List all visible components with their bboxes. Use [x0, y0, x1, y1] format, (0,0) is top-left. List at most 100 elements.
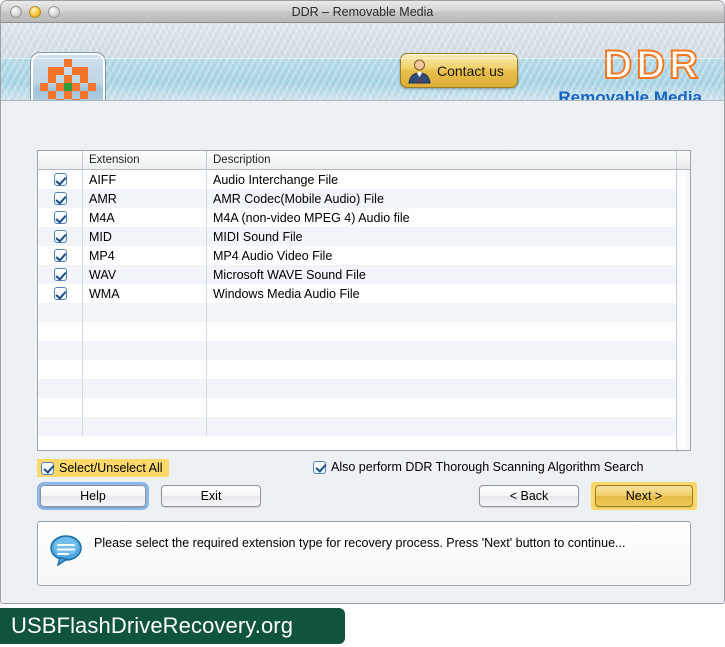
empty-extension-cell: [83, 379, 207, 398]
table-row[interactable]: WAV Microsoft WAVE Sound File: [38, 265, 676, 284]
next-button[interactable]: Next >: [595, 485, 693, 507]
table-header-row: Extension Description: [38, 151, 690, 170]
column-header-extension[interactable]: Extension: [83, 151, 207, 169]
row-extension: M4A: [83, 208, 207, 227]
table-row-empty: [38, 322, 676, 341]
empty-checkbox-cell: [38, 417, 83, 436]
row-extension: AMR: [83, 189, 207, 208]
table-row[interactable]: AMR AMR Codec(Mobile Audio) File: [38, 189, 676, 208]
row-checkbox-cell[interactable]: [38, 227, 83, 246]
table-row[interactable]: MP4 MP4 Audio Video File: [38, 246, 676, 265]
table-row-empty: [38, 379, 676, 398]
speech-bubble-icon: [50, 535, 82, 566]
row-checkbox-cell[interactable]: [38, 208, 83, 227]
empty-extension-cell: [83, 417, 207, 436]
help-button[interactable]: Help: [40, 485, 146, 507]
empty-checkbox-cell: [38, 303, 83, 322]
empty-extension-cell: [83, 360, 207, 379]
row-checkbox-cell[interactable]: [38, 189, 83, 208]
row-checkbox-cell[interactable]: [38, 246, 83, 265]
row-description: AMR Codec(Mobile Audio) File: [213, 191, 384, 206]
row-extension: WAV: [83, 265, 207, 284]
checkered-star-icon: [30, 52, 106, 100]
table-row-empty: [38, 341, 676, 360]
table-scrollbar[interactable]: [676, 170, 690, 450]
row-checkbox[interactable]: [53, 249, 67, 262]
select-all-label: Select/Unselect All: [59, 461, 163, 475]
table-row-empty: [38, 398, 676, 417]
empty-checkbox-cell: [38, 398, 83, 417]
row-description: MIDI Sound File: [213, 229, 303, 244]
row-checkbox[interactable]: [53, 211, 67, 224]
empty-description-cell: [207, 379, 676, 398]
thorough-scan-checkbox-box[interactable]: [313, 460, 326, 474]
brand-subtitle: Removable Media: [558, 88, 702, 101]
row-checkbox[interactable]: [53, 173, 67, 186]
contact-us-label: Contact us: [437, 62, 504, 79]
application-window: DDR – Removable Media Contact us DDR Rem…: [0, 0, 725, 604]
empty-description-cell: [207, 417, 676, 436]
select-all-checkbox-box[interactable]: [41, 461, 54, 475]
select-unselect-all-checkbox[interactable]: Select/Unselect All: [37, 459, 169, 477]
options-row: Select/Unselect All Also perform DDR Tho…: [37, 459, 691, 479]
empty-extension-cell: [83, 341, 207, 360]
row-checkbox-cell[interactable]: [38, 284, 83, 303]
row-extension: MP4: [83, 246, 207, 265]
exit-button[interactable]: Exit: [161, 485, 261, 507]
title-bar: DDR – Removable Media: [1, 1, 724, 23]
row-description: M4A (non-video MPEG 4) Audio file: [213, 210, 410, 225]
empty-description-cell: [207, 360, 676, 379]
footer-banner: USBFlashDriveRecovery.org: [0, 608, 345, 644]
footer-text: USBFlashDriveRecovery.org: [11, 613, 294, 638]
row-description: MP4 Audio Video File: [213, 248, 333, 263]
empty-extension-cell: [83, 303, 207, 322]
table-row-empty: [38, 417, 676, 436]
header-banner: Contact us DDR Removable Media: [1, 23, 724, 101]
row-checkbox[interactable]: [53, 287, 67, 300]
row-checkbox[interactable]: [53, 192, 67, 205]
empty-extension-cell: [83, 322, 207, 341]
row-description: Microsoft WAVE Sound File: [213, 267, 366, 282]
status-message-text: Please select the required extension typ…: [94, 536, 626, 550]
row-description: Audio Interchange File: [213, 172, 339, 187]
contact-us-button[interactable]: Contact us: [400, 53, 518, 88]
back-button[interactable]: < Back: [479, 485, 579, 507]
row-extension: AIFF: [83, 170, 207, 189]
empty-description-cell: [207, 341, 676, 360]
column-header-description[interactable]: Description: [207, 151, 676, 169]
row-checkbox[interactable]: [53, 230, 67, 243]
window-title: DDR – Removable Media: [291, 4, 434, 19]
table-row[interactable]: WMA Windows Media Audio File: [38, 284, 676, 303]
row-checkbox[interactable]: [53, 268, 67, 281]
row-checkbox-cell[interactable]: [38, 265, 83, 284]
empty-description-cell: [207, 398, 676, 417]
row-extension: MID: [83, 227, 207, 246]
table-row[interactable]: AIFF Audio Interchange File: [38, 170, 676, 189]
empty-checkbox-cell: [38, 360, 83, 379]
table-row[interactable]: M4A M4A (non-video MPEG 4) Audio file: [38, 208, 676, 227]
button-row: Help Exit < Back Next >: [37, 482, 697, 510]
brand-name: DDR: [602, 43, 702, 87]
thorough-scan-label: Also perform DDR Thorough Scanning Algor…: [331, 460, 644, 474]
empty-checkbox-cell: [38, 341, 83, 360]
empty-description-cell: [207, 322, 676, 341]
row-extension: WMA: [83, 284, 207, 303]
row-checkbox-cell[interactable]: [38, 170, 83, 189]
table-row[interactable]: MID MIDI Sound File: [38, 227, 676, 246]
person-icon: [408, 59, 431, 84]
empty-extension-cell: [83, 398, 207, 417]
table-row-empty: [38, 303, 676, 322]
header-scroll-corner: [676, 151, 690, 169]
status-message-box: Please select the required extension typ…: [37, 521, 691, 586]
empty-checkbox-cell: [38, 379, 83, 398]
row-description: Windows Media Audio File: [213, 286, 360, 301]
table-row-empty: [38, 360, 676, 379]
thorough-scan-checkbox[interactable]: Also perform DDR Thorough Scanning Algor…: [313, 460, 643, 474]
extension-table: Extension Description AIFF Audio Intercha…: [37, 150, 691, 451]
empty-checkbox-cell: [38, 322, 83, 341]
table-body: AIFF Audio Interchange File AMR AMR Codec(M…: [38, 170, 676, 450]
empty-description-cell: [207, 303, 676, 322]
main-content: Extension Description AIFF Audio Intercha…: [1, 101, 724, 602]
brand-logo: DDR Removable Media: [558, 43, 702, 101]
column-header-checkbox[interactable]: [38, 151, 83, 169]
